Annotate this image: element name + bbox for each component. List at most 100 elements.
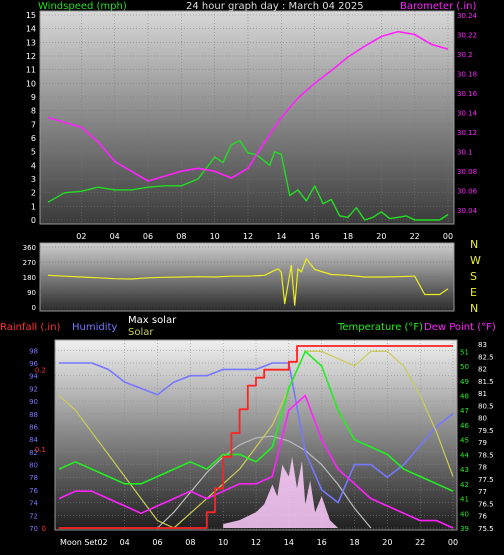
tick-baro-8: 30.2 (457, 51, 473, 59)
tick-humidity-0: 70 (29, 525, 38, 533)
tick-x1-11: 00 (443, 232, 453, 241)
tick-x3-8: 18 (349, 538, 359, 547)
tick-solar-5: 78 (478, 464, 487, 472)
tick-baro-4: 30.12 (457, 129, 477, 137)
tick-temp-0: 39 (460, 525, 469, 533)
tick-dir-4: 0 (32, 304, 36, 312)
rainfall-label: Rainfall (.in) (0, 322, 61, 333)
tick-solar-12: 81.5 (478, 378, 494, 386)
tick-x1-2: 06 (143, 232, 153, 241)
tick-temp-12: 51 (460, 348, 469, 356)
tick-wind-13: 13 (26, 38, 36, 47)
tick-humidity-10: 90 (29, 398, 38, 406)
tick-dir-1: 270 (23, 259, 36, 267)
tick-wind-4: 4 (31, 161, 36, 170)
tick-humidity-3: 76 (29, 487, 38, 495)
tick-solar-11: 81 (478, 390, 487, 398)
tick-wind-14: 14 (26, 25, 36, 34)
tick-wind-7: 7 (31, 120, 36, 129)
tick-temp-7: 46 (460, 422, 469, 430)
tick-x1-6: 14 (276, 232, 286, 241)
tick-x1-3: 08 (176, 232, 186, 241)
tick-solar-0: 75.5 (478, 525, 494, 533)
wind-baro-panel (39, 10, 455, 225)
compass-n-4: N (470, 302, 478, 315)
tick-x3-7: 16 (317, 538, 327, 547)
tick-wind-3: 3 (31, 175, 36, 184)
tick-temp-8: 47 (460, 407, 469, 415)
tick-wind-2: 2 (31, 189, 36, 198)
tick-wind-9: 9 (31, 93, 36, 102)
tick-baro-0: 30.04 (457, 207, 478, 215)
tick-x3-11: 00 (448, 538, 458, 547)
tick-x1-9: 20 (376, 232, 386, 241)
tick-humidity-8: 86 (29, 423, 38, 431)
tick-baro-1: 30.06 (457, 188, 478, 196)
tick-temp-11: 50 (460, 363, 469, 371)
tick-baro-5: 30.14 (457, 110, 478, 118)
solar-label: Solar (128, 327, 154, 338)
tick-temp-6: 45 (460, 437, 469, 445)
tick-solar-8: 79.5 (478, 427, 494, 435)
tick-solar-10: 80.5 (478, 402, 494, 410)
tick-x1-4: 10 (210, 232, 220, 241)
tick-rain-2: 0.2 (35, 367, 46, 375)
tick-x1-1: 04 (110, 232, 120, 241)
tick-temp-1: 40 (460, 510, 469, 518)
tick-solar-2: 76.5 (478, 500, 494, 508)
tick-baro-3: 30.1 (457, 149, 473, 157)
tick-dir-0: 360 (23, 244, 36, 252)
tick-solar-4: 77.5 (478, 476, 494, 484)
tick-wind-1: 1 (31, 202, 36, 211)
tick-solar-15: 83 (478, 341, 487, 349)
tick-solar-6: 78.5 (478, 451, 494, 459)
compass-n-0: N (470, 238, 478, 251)
tick-rain-1: 0.1 (35, 446, 46, 454)
tick-wind-10: 10 (26, 79, 36, 88)
tick-solar-1: 76 (478, 513, 487, 521)
graph-title: 24 hour graph day : March 04 2025 (186, 1, 364, 12)
tick-humidity-14: 98 (29, 347, 38, 355)
tick-humidity-11: 92 (29, 385, 38, 393)
tick-rain-0: 0 (42, 525, 46, 533)
tick-baro-2: 30.08 (457, 168, 477, 176)
tick-wind-6: 6 (31, 134, 36, 143)
tick-solar-7: 79 (478, 439, 487, 447)
tick-x1-7: 16 (310, 232, 320, 241)
weather-graph: Windspeed (mph) 24 hour graph day : Marc… (0, 1, 496, 547)
tick-x3-2: 06 (152, 538, 162, 547)
tick-x3-0: Moon Set02 (60, 538, 108, 547)
tick-temp-9: 48 (460, 393, 469, 401)
tick-temp-2: 41 (460, 496, 469, 504)
tick-wind-8: 8 (31, 107, 36, 116)
tick-wind-0: 0 (31, 216, 36, 225)
temperature-label: Temperature (°F) (337, 322, 423, 333)
tick-wind-5: 5 (31, 148, 36, 157)
tick-wind-12: 12 (26, 52, 36, 61)
tick-baro-7: 30.18 (457, 71, 477, 79)
tick-solar-14: 82.5 (478, 353, 494, 361)
tick-wind-15: 15 (26, 11, 36, 20)
tick-x3-4: 10 (218, 538, 228, 547)
tick-humidity-7: 84 (29, 436, 38, 444)
tick-baro-6: 30.16 (457, 90, 478, 98)
tick-x1-5: 12 (243, 232, 253, 241)
compass-e-3: E (470, 286, 477, 299)
windspeed-label: Windspeed (mph) (38, 1, 127, 12)
tick-solar-3: 77 (478, 488, 487, 496)
tick-humidity-1: 72 (29, 512, 38, 520)
tick-humidity-4: 78 (29, 474, 38, 482)
tick-x3-9: 20 (382, 538, 392, 547)
tick-x1-0: 02 (76, 232, 86, 241)
tick-humidity-5: 80 (29, 462, 38, 470)
tick-x3-6: 14 (284, 538, 294, 547)
tick-baro-10: 30.24 (457, 12, 478, 20)
tick-wind-11: 11 (26, 66, 36, 75)
tick-temp-5: 44 (460, 451, 469, 459)
tick-x1-10: 22 (410, 232, 420, 241)
tick-x1-8: 18 (343, 232, 353, 241)
tick-x3-5: 12 (251, 538, 261, 547)
tick-dir-2: 180 (23, 274, 36, 282)
tick-solar-9: 80 (478, 415, 487, 423)
tick-temp-10: 49 (460, 378, 469, 386)
